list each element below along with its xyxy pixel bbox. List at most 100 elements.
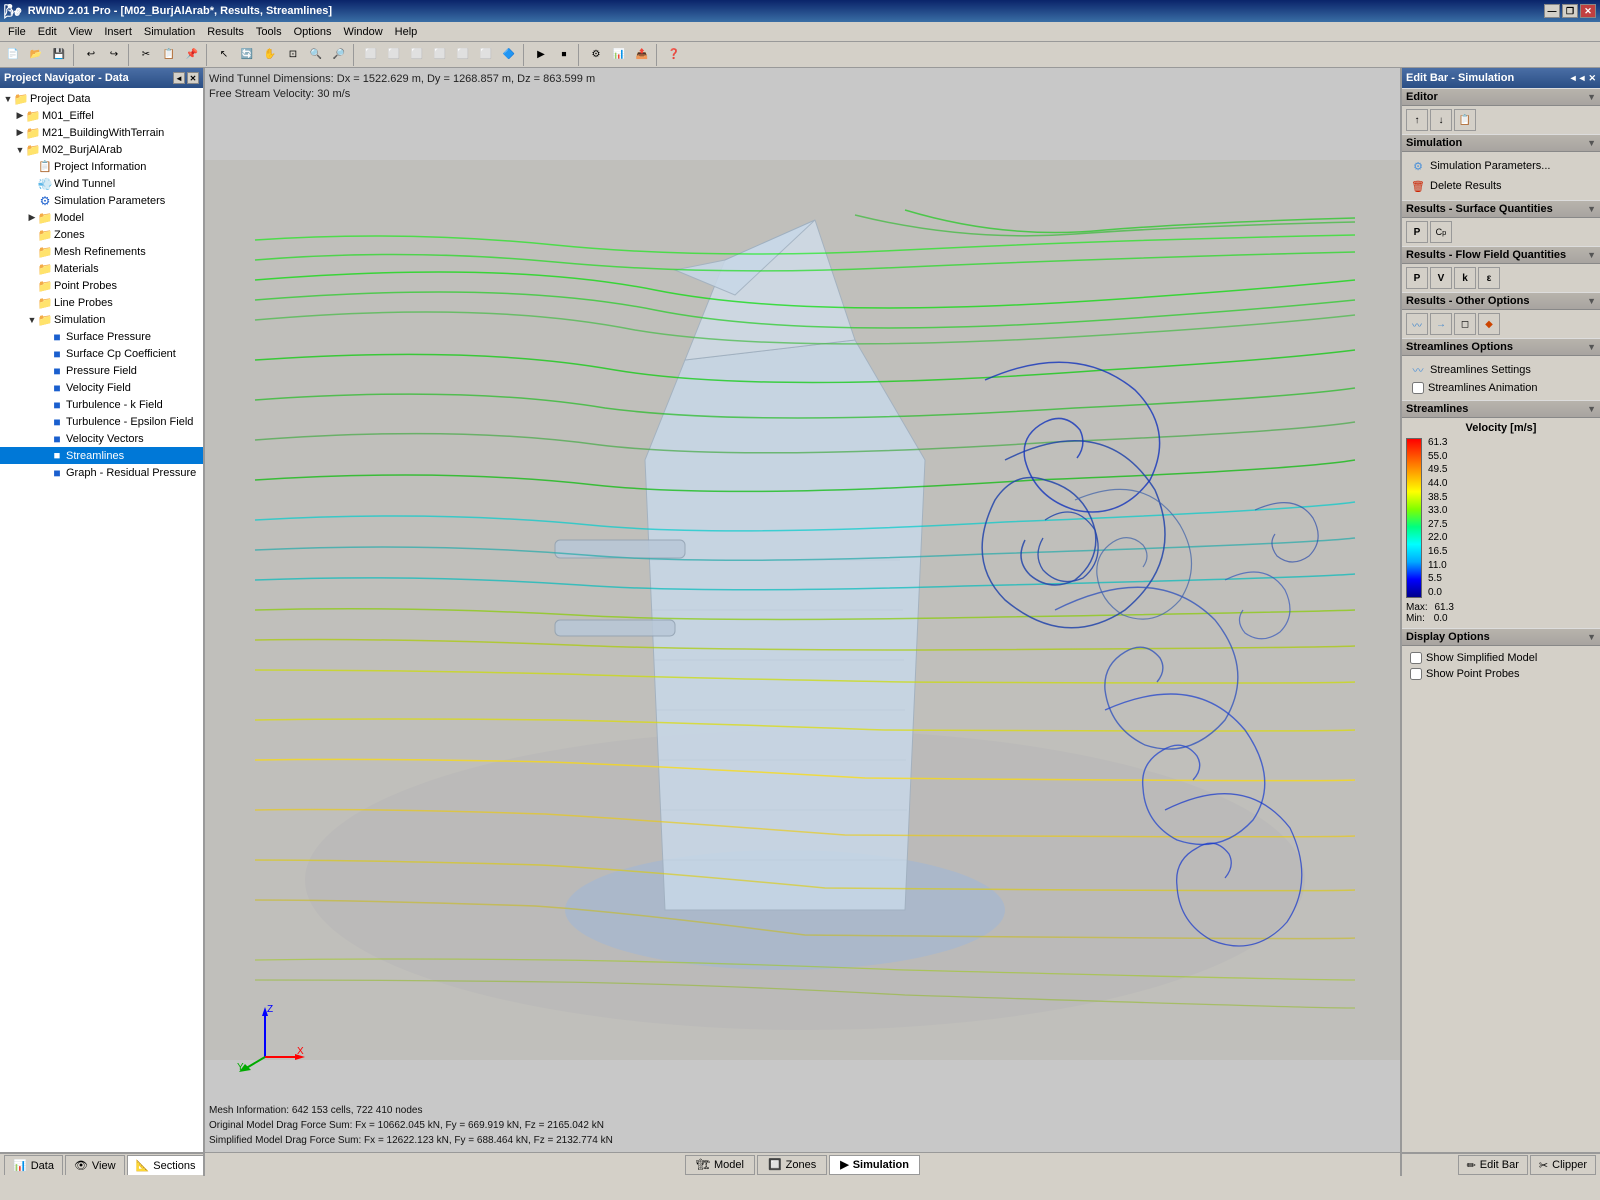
tb-stop[interactable]: ⏹ [553,44,575,66]
tb-help[interactable]: ❓ [663,44,685,66]
tree-m02-burj[interactable]: ▼ 📁 M02_BurjAlArab [0,141,203,158]
expand-project-data[interactable]: ▼ [2,93,14,105]
tb-redo[interactable]: ↪ [103,44,125,66]
tree-model[interactable]: ▶ 📁 Model [0,209,203,226]
menu-options[interactable]: Options [288,24,338,40]
tb-zoom-in[interactable]: 🔍 [305,44,327,66]
right-close-btn[interactable]: ✕ [1588,73,1596,84]
display-options-arrow[interactable]: ▼ [1587,632,1596,642]
flow-k-btn[interactable]: k [1454,267,1476,289]
rb-tab-editbar[interactable]: ✏ Edit Bar [1458,1155,1528,1175]
tb-pan[interactable]: ✋ [259,44,281,66]
tree-project-info[interactable]: 📋 Project Information [0,158,203,175]
tb-top[interactable]: ⬜ [452,44,474,66]
simulation-params-item[interactable]: ⚙ Simulation Parameters... [1406,156,1596,176]
expand-m01[interactable]: ▶ [14,110,26,122]
tree-velocity-field[interactable]: ■ Velocity Field [0,379,203,396]
menu-file[interactable]: File [2,24,32,40]
tree-wind-tunnel[interactable]: 💨 Wind Tunnel [0,175,203,192]
tree-graph-residual[interactable]: ■ Graph - Residual Pressure [0,464,203,481]
tb-left[interactable]: ⬜ [406,44,428,66]
tree-turbulence-k[interactable]: ■ Turbulence - k Field [0,396,203,413]
bottom-tab-data[interactable]: 📊 Data [4,1155,63,1175]
tree-streamlines[interactable]: ■ Streamlines [0,447,203,464]
show-simplified-model-row[interactable]: Show Simplified Model [1406,650,1596,666]
tree-project-data[interactable]: ▼ 📁 Project Data [0,90,203,107]
maximize-button[interactable]: ❐ [1562,4,1578,18]
tb-open[interactable]: 📂 [25,44,47,66]
expand-m02[interactable]: ▼ [14,144,26,156]
streamlines-options-arrow[interactable]: ▼ [1587,342,1596,352]
tb-bottom[interactable]: ⬜ [475,44,497,66]
other-iso-btn[interactable]: ◻ [1454,313,1476,335]
tree-pressure-field[interactable]: ■ Pressure Field [0,362,203,379]
simulation-collapse-arrow[interactable]: ▼ [1587,138,1596,148]
results-flow-arrow[interactable]: ▼ [1587,250,1596,260]
tree-sim-params[interactable]: ⚙ Simulation Parameters [0,192,203,209]
tree-mesh-refinements[interactable]: 📁 Mesh Refinements [0,243,203,260]
tree-point-probes[interactable]: 📁 Point Probes [0,277,203,294]
tb-back[interactable]: ⬜ [383,44,405,66]
tb-rotate[interactable]: 🔄 [236,44,258,66]
editor-collapse-arrow[interactable]: ▼ [1587,92,1596,102]
tb-right[interactable]: ⬜ [429,44,451,66]
menu-edit[interactable]: Edit [32,24,63,40]
menu-tools[interactable]: Tools [250,24,288,40]
streamlines-animation-item[interactable]: Streamlines Animation [1406,380,1596,396]
expand-m21[interactable]: ▶ [14,127,26,139]
surface-cp-btn[interactable]: Cp [1430,221,1452,243]
tb-save[interactable]: 💾 [48,44,70,66]
panel-collapse-btn[interactable]: ◄ [173,72,185,84]
expand-simulation[interactable]: ▼ [26,314,38,326]
streamlines-settings-item[interactable]: 〰 Streamlines Settings [1406,360,1596,380]
tb-select[interactable]: ↖ [213,44,235,66]
tb-run[interactable]: ▶ [530,44,552,66]
vp-tab-zones[interactable]: 🔲 Zones [757,1155,827,1175]
tree-materials[interactable]: 📁 Materials [0,260,203,277]
menu-window[interactable]: Window [338,24,389,40]
tb-new[interactable]: 📄 [2,44,24,66]
rb-tab-clipper[interactable]: ✂ Clipper [1530,1155,1596,1175]
tree-turbulence-eps[interactable]: ■ Turbulence - Epsilon Field [0,413,203,430]
menu-results[interactable]: Results [201,24,250,40]
show-simplified-model-checkbox[interactable] [1410,652,1422,664]
tb-zoom-out[interactable]: 🔎 [328,44,350,66]
tree-line-probes[interactable]: 📁 Line Probes [0,294,203,311]
tb-undo[interactable]: ↩ [80,44,102,66]
tb-zoom-fit[interactable]: ⊡ [282,44,304,66]
tree-velocity-vectors[interactable]: ■ Velocity Vectors [0,430,203,447]
results-other-arrow[interactable]: ▼ [1587,296,1596,306]
surface-p-btn[interactable]: P [1406,221,1428,243]
tb-cut[interactable]: ✂ [135,44,157,66]
menu-view[interactable]: View [63,24,99,40]
expand-model[interactable]: ▶ [26,212,38,224]
tb-iso[interactable]: 🔷 [498,44,520,66]
tree-zones[interactable]: 📁 Zones [0,226,203,243]
streamlines-animation-checkbox[interactable] [1412,382,1424,394]
show-point-probes-row[interactable]: Show Point Probes [1406,666,1596,682]
tb-paste[interactable]: 📌 [181,44,203,66]
right-collapse-btn[interactable]: ◄◄ [1569,73,1587,84]
streamlines-legend-arrow[interactable]: ▼ [1587,404,1596,414]
editor-up-btn[interactable]: ↑ [1406,109,1428,131]
viewport-canvas[interactable] [205,68,1400,1152]
tb-report[interactable]: 📊 [608,44,630,66]
menu-insert[interactable]: Insert [98,24,138,40]
close-button[interactable]: ✕ [1580,4,1596,18]
tree-surface-pressure[interactable]: ■ Surface Pressure [0,328,203,345]
tb-settings[interactable]: ⚙ [585,44,607,66]
bottom-tab-view[interactable]: 👁 View [65,1155,125,1175]
delete-results-item[interactable]: 🗑 Delete Results [1406,176,1596,196]
tree-container[interactable]: ▼ 📁 Project Data ▶ 📁 M01_Eiffel ▶ 📁 M21_… [0,88,203,1152]
editor-copy-btn[interactable]: 📋 [1454,109,1476,131]
show-point-probes-checkbox[interactable] [1410,668,1422,680]
other-probe-btn[interactable]: ◆ [1478,313,1500,335]
vp-tab-simulation[interactable]: ▶ Simulation [829,1155,920,1175]
bottom-tab-sections[interactable]: 📐 Sections [127,1155,205,1175]
tree-surface-cp[interactable]: ■ Surface Cp Coefficient [0,345,203,362]
menu-help[interactable]: Help [389,24,424,40]
tree-simulation[interactable]: ▼ 📁 Simulation [0,311,203,328]
tb-export[interactable]: 📤 [631,44,653,66]
other-streamlines-btn[interactable]: 〰 [1406,313,1428,335]
minimize-button[interactable]: — [1544,4,1560,18]
